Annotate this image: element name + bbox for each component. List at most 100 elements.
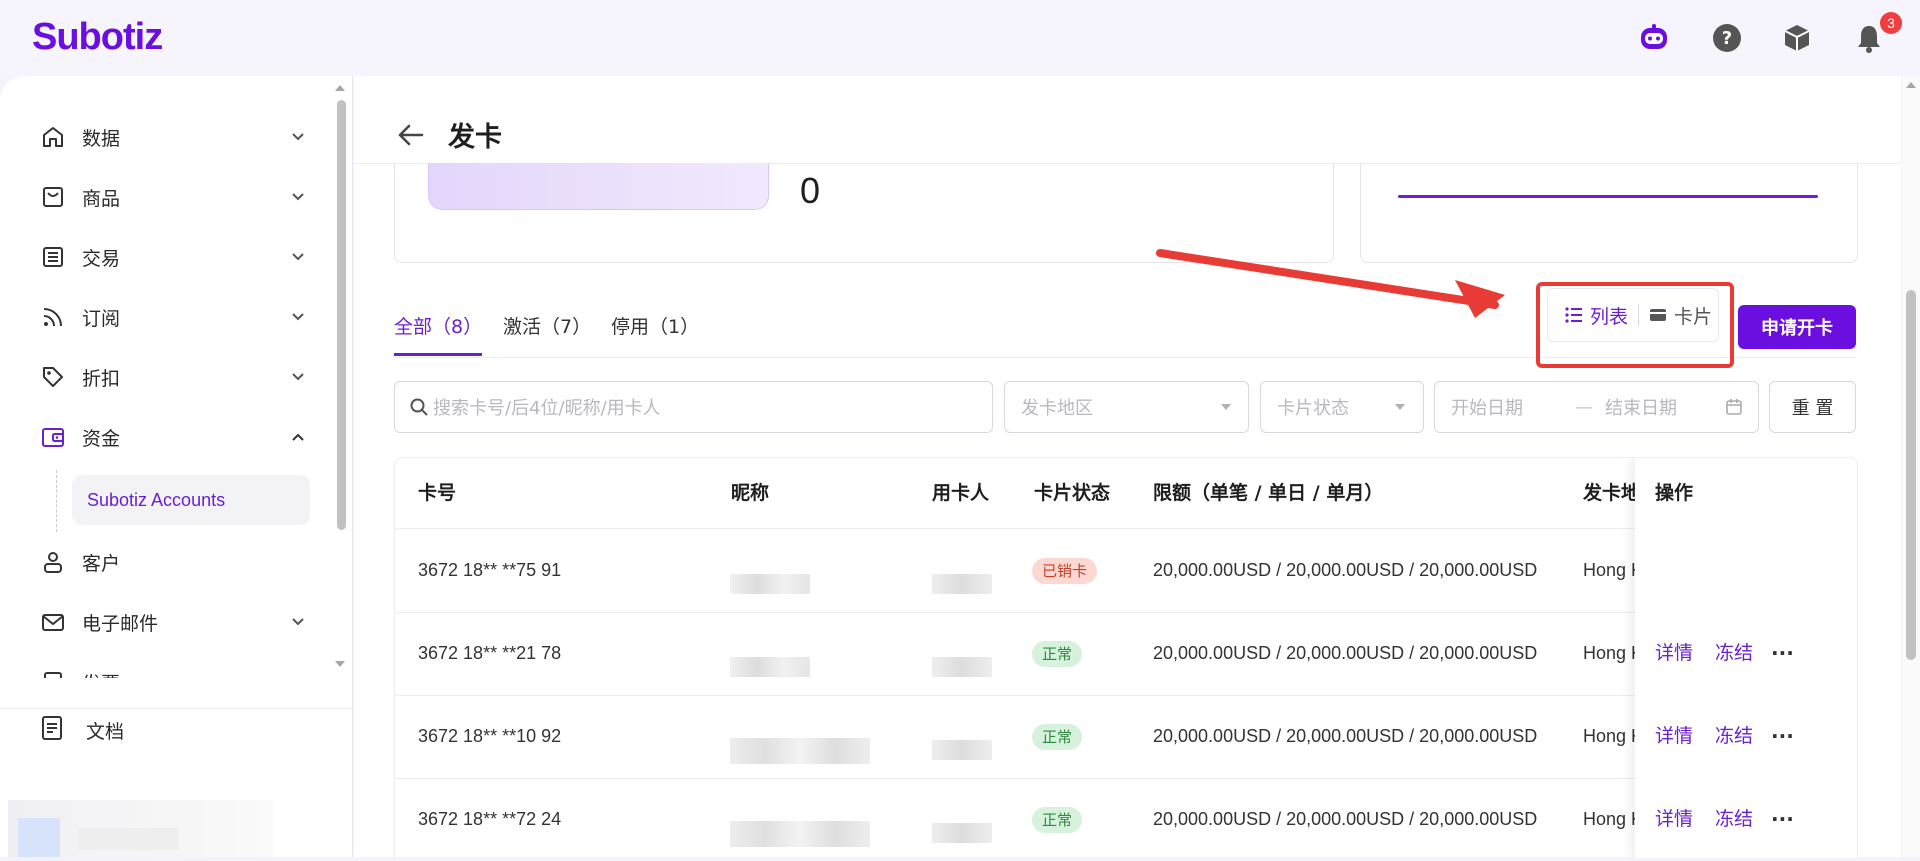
card-number: 3672 18** **21 78 bbox=[418, 643, 562, 663]
page-title: 发卡 bbox=[448, 122, 502, 153]
chevron-down-icon bbox=[1221, 404, 1231, 410]
detail-link[interactable]: 详情 bbox=[1655, 612, 1693, 695]
rss-icon bbox=[38, 302, 68, 332]
notification-badge: 3 bbox=[1880, 12, 1902, 34]
sidebar-item-discounts[interactable]: 折扣 bbox=[38, 355, 308, 399]
account-name-redacted bbox=[78, 828, 178, 850]
date-range-picker[interactable]: 开始日期 — 结束日期 bbox=[1434, 381, 1759, 433]
tab-active-indicator bbox=[394, 353, 482, 356]
freeze-link[interactable]: 冻结 bbox=[1715, 778, 1753, 858]
chevron-down-icon bbox=[288, 672, 308, 678]
cardholder-redacted bbox=[932, 823, 992, 843]
top-bar: Subotiz ? 3 bbox=[0, 0, 1920, 76]
annotation-highlight-box bbox=[1536, 282, 1734, 368]
search-icon bbox=[410, 398, 428, 416]
home-icon bbox=[38, 122, 68, 152]
nickname-redacted bbox=[730, 738, 870, 764]
mail-icon bbox=[38, 607, 68, 637]
status-badge: 正常 bbox=[1032, 807, 1083, 833]
calendar-icon bbox=[1726, 399, 1742, 415]
sidebar-item-invoices[interactable]: 发票 bbox=[38, 660, 308, 678]
avatar bbox=[18, 818, 60, 857]
sidebar-item-funds[interactable]: 资金 bbox=[38, 415, 308, 459]
svg-text:?: ? bbox=[1722, 28, 1732, 49]
detail-link[interactable]: 详情 bbox=[1655, 695, 1693, 778]
apply-card-button[interactable]: 申请开卡 bbox=[1738, 305, 1856, 349]
limit-value: 20,000.00USD / 20,000.00USD / 20,000.00U… bbox=[1153, 726, 1538, 746]
end-date-placeholder: 结束日期 bbox=[1605, 398, 1677, 419]
start-date-placeholder: 开始日期 bbox=[1451, 398, 1523, 419]
tab-all[interactable]: 全部（8） bbox=[394, 300, 482, 355]
back-arrow-icon[interactable] bbox=[394, 118, 428, 152]
detail-link[interactable]: 详情 bbox=[1655, 778, 1693, 858]
sidebar-tree-line bbox=[56, 470, 57, 532]
card-number: 3672 18** **10 92 bbox=[418, 726, 562, 746]
sidebar-item-invoices-clipped[interactable]: 发票 bbox=[38, 660, 308, 678]
column-header-region: 发卡地 bbox=[1583, 482, 1635, 504]
chevron-down-icon bbox=[292, 618, 304, 626]
chevron-down-icon bbox=[292, 313, 304, 321]
sidebar-item-label: 数据 bbox=[82, 127, 121, 150]
nickname-redacted bbox=[730, 821, 870, 847]
card-number: 3672 18** **75 91 bbox=[418, 560, 562, 580]
column-header-status: 卡片状态 bbox=[1034, 482, 1111, 504]
sidebar-item-label: 交易 bbox=[82, 247, 121, 270]
freeze-link[interactable]: 冻结 bbox=[1715, 612, 1753, 695]
reset-button[interactable]: 重 置 bbox=[1769, 381, 1856, 433]
card-number: 3672 18** **72 24 bbox=[418, 809, 562, 829]
status-badge: 正常 bbox=[1032, 641, 1083, 667]
sidebar-scroll-thumb[interactable] bbox=[337, 100, 346, 530]
actions-column: 操作 详情 冻结 ··· 详情 冻结 ··· 详情 冻结 ··· bbox=[1635, 458, 1857, 858]
region-value: Hong K bbox=[1583, 726, 1635, 746]
main-scroll-thumb[interactable] bbox=[1906, 290, 1916, 660]
tab-disabled[interactable]: 停用（1） bbox=[611, 300, 699, 355]
document-icon bbox=[38, 714, 66, 746]
nickname-redacted bbox=[730, 657, 810, 677]
sidebar-item-subscriptions[interactable]: 订阅 bbox=[38, 295, 308, 339]
sidebar-item-email[interactable]: 电子邮件 bbox=[38, 600, 308, 644]
search-placeholder: 搜索卡号/后4位/昵称/用卡人 bbox=[433, 398, 661, 419]
more-icon[interactable]: ··· bbox=[1771, 695, 1794, 778]
column-header-actions: 操作 bbox=[1655, 482, 1694, 504]
tab-active[interactable]: 激活（7） bbox=[503, 300, 591, 355]
limit-value: 20,000.00USD / 20,000.00USD / 20,000.00U… bbox=[1153, 643, 1538, 663]
status-select[interactable]: 卡片状态 bbox=[1260, 381, 1424, 433]
chart-line bbox=[1398, 195, 1818, 198]
brand-logo[interactable]: Subotiz bbox=[32, 16, 163, 59]
more-icon[interactable]: ··· bbox=[1771, 612, 1794, 695]
summary-count: 0 bbox=[800, 170, 821, 211]
assistant-bot-icon[interactable] bbox=[1638, 22, 1670, 54]
chevron-down-icon bbox=[292, 193, 304, 201]
sidebar-item-products[interactable]: 商品 bbox=[38, 175, 308, 219]
help-icon[interactable]: ? bbox=[1711, 22, 1743, 54]
cardholder-redacted bbox=[932, 740, 992, 760]
chevron-up-icon bbox=[292, 433, 304, 441]
sidebar-item-data[interactable]: 数据 bbox=[38, 115, 308, 159]
sidebar-subitem-subotiz-accounts[interactable]: Subotiz Accounts bbox=[72, 475, 310, 525]
wallet-icon bbox=[38, 422, 68, 452]
store-icon bbox=[38, 182, 68, 212]
status-badge: 正常 bbox=[1032, 724, 1083, 750]
column-header-nickname: 昵称 bbox=[731, 482, 770, 504]
list-icon bbox=[38, 242, 68, 272]
sidebar-item-label: 折扣 bbox=[82, 367, 121, 390]
region-placeholder: 发卡地区 bbox=[1021, 398, 1093, 419]
sidebar-item-docs[interactable]: 文档 bbox=[38, 708, 124, 752]
user-icon bbox=[38, 547, 68, 577]
more-icon[interactable]: ··· bbox=[1771, 778, 1794, 858]
freeze-link[interactable]: 冻结 bbox=[1715, 695, 1753, 778]
cardholder-redacted bbox=[932, 574, 992, 594]
tag-icon bbox=[38, 362, 68, 392]
sidebar-item-label: 电子邮件 bbox=[82, 612, 159, 635]
status-badge: 已销卡 bbox=[1032, 558, 1098, 584]
sidebar-subitem-label: Subotiz Accounts bbox=[87, 489, 226, 510]
nickname-redacted bbox=[730, 574, 810, 594]
search-input[interactable]: 搜索卡号/后4位/昵称/用卡人 bbox=[394, 381, 993, 433]
chevron-down-icon bbox=[292, 373, 304, 381]
sidebar-item-transactions[interactable]: 交易 bbox=[38, 235, 308, 279]
column-header-limit: 限额（单笔 / 单日 / 单月） bbox=[1153, 482, 1384, 504]
package-icon[interactable] bbox=[1781, 22, 1813, 54]
sidebar-item-customers[interactable]: 客户 bbox=[38, 540, 308, 584]
region-select[interactable]: 发卡地区 bbox=[1004, 381, 1249, 433]
column-header-card-no: 卡号 bbox=[418, 482, 457, 504]
